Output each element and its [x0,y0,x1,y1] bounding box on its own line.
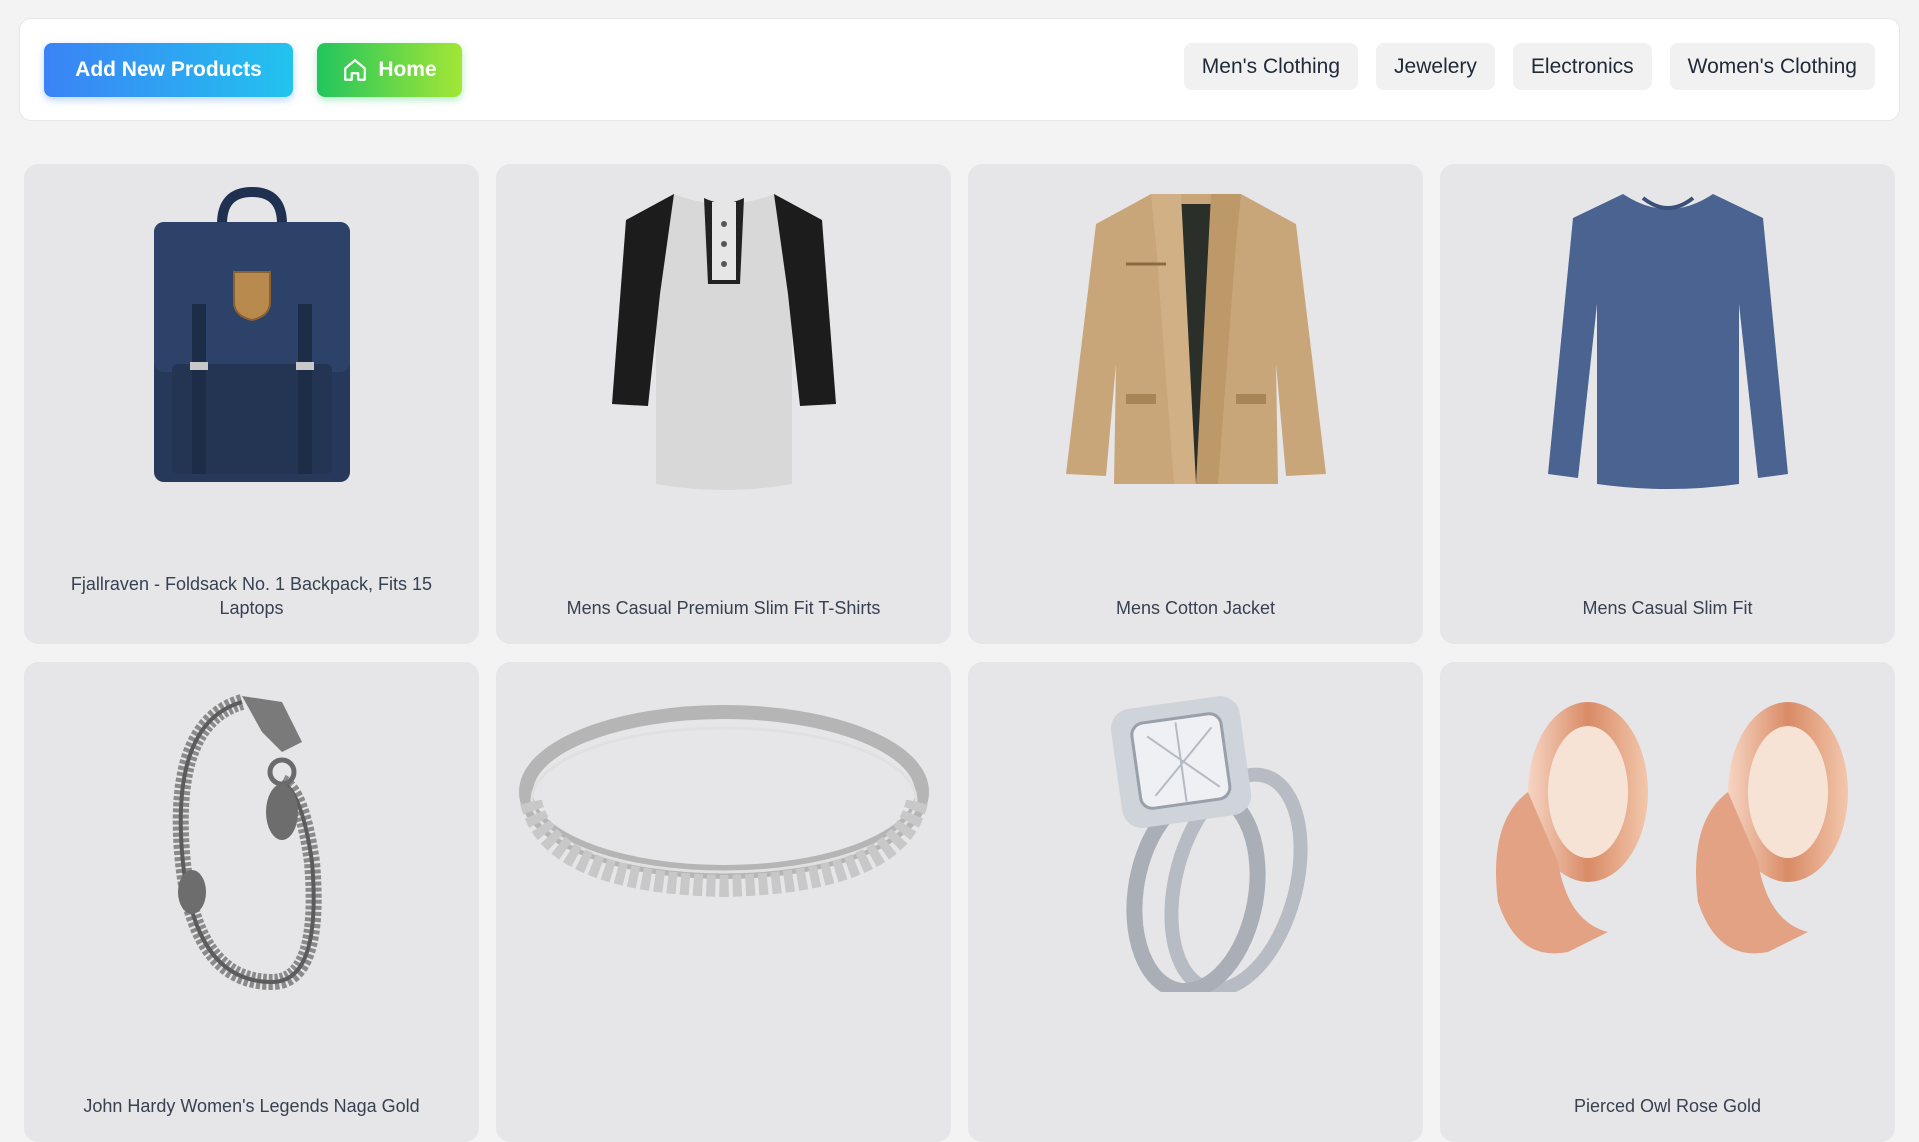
category-electronics[interactable]: Electronics [1512,43,1652,90]
category-jewelery[interactable]: Jewelery [1376,43,1495,90]
product-card[interactable] [968,662,1423,1142]
product-card[interactable]: Pierced Owl Rose Gold [1440,662,1895,1142]
add-new-products-button[interactable]: Add New Products [44,43,293,97]
product-title: Pierced Owl Rose Gold [1573,1096,1762,1116]
product-title: Mens Casual Premium Slim Fit T-Shirts [566,598,881,618]
product-card[interactable] [496,662,951,1142]
category-womens-clothing[interactable]: Women's Clothing [1669,43,1875,90]
home-button[interactable]: Home [317,43,462,97]
product-title: Mens Cotton Jacket [1115,598,1276,618]
product-card[interactable]: Mens Casual Premium Slim Fit T-Shirts [496,164,951,644]
top-bar: Add New Products Home Men's Clothing Jew… [19,18,1900,121]
bracelet-image [24,682,479,992]
band-ring-image [496,682,951,992]
jacket-image [968,184,1423,494]
product-title: Mens Casual Slim Fit [1582,598,1753,618]
plugs-image [1440,682,1895,992]
product-grid: Fjallraven - Foldsack No. 1 Backpack, Fi… [24,164,1895,1142]
product-card[interactable]: Mens Casual Slim Fit [1440,164,1895,644]
category-nav: Men's Clothing Jewelery Electronics Wome… [1183,43,1875,91]
product-card[interactable]: Mens Cotton Jacket [968,164,1423,644]
diamond-ring-image [968,682,1423,992]
longsleeve-image [1440,184,1895,494]
product-title: Fjallraven - Foldsack No. 1 Backpack, Fi… [70,574,433,618]
product-title: John Hardy Women's Legends Naga Gold [83,1096,420,1116]
product-card[interactable]: Fjallraven - Foldsack No. 1 Backpack, Fi… [24,164,479,644]
tshirt-image [496,184,951,494]
category-mens-clothing[interactable]: Men's Clothing [1183,43,1359,90]
home-button-label: Home [378,58,437,81]
backpack-image [24,184,479,494]
home-icon [344,59,367,81]
product-card[interactable]: John Hardy Women's Legends Naga Gold [24,662,479,1142]
